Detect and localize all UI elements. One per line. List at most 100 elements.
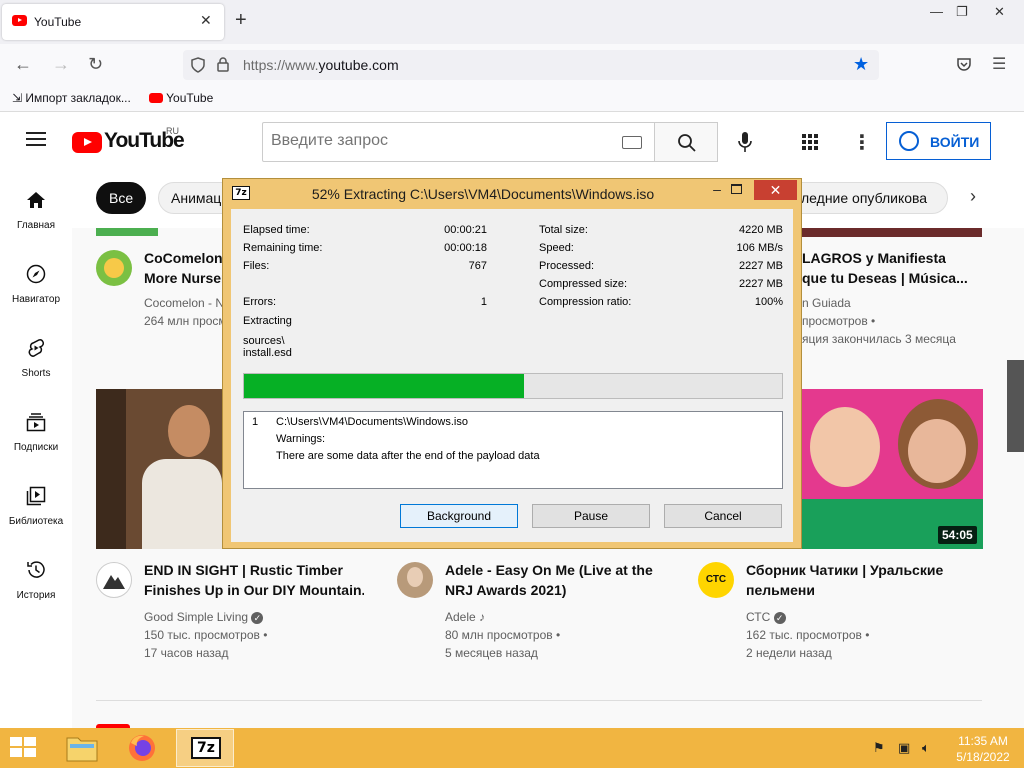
sidebar-item-subscriptions[interactable]: Подписки [0, 390, 72, 464]
new-tab-button[interactable]: + [235, 9, 247, 32]
upload-age: яция закончилась 3 месяца [802, 332, 956, 346]
taskbar-7zip[interactable]: 7z [176, 729, 234, 767]
dialog-maximize-button[interactable] [731, 184, 742, 194]
apps-grid-icon[interactable] [802, 134, 818, 150]
hamburger-menu-icon[interactable] [26, 132, 46, 146]
keyboard-icon[interactable] [622, 136, 642, 149]
thumbnail-face-right [908, 419, 966, 483]
back-button[interactable]: ← [14, 54, 32, 75]
sidebar-item-history[interactable]: История [0, 538, 72, 612]
video-thumbnail-milagros[interactable] [798, 228, 982, 237]
video-title-line1[interactable]: LAGROS y Manifiesta [802, 248, 982, 268]
upload-age: 2 недели назад [746, 646, 832, 660]
channel-name[interactable]: СТС ✓ [746, 608, 786, 626]
channel-avatar-good-simple-living[interactable] [96, 562, 132, 598]
youtube-header: YouTube RU ⋮ ВОЙТИ [0, 112, 1024, 168]
video-title-line2[interactable]: NRJ Awards 2021) [445, 580, 665, 600]
video-title-line2[interactable]: Finishes Up in Our DIY Mountain... [144, 580, 364, 600]
processed-label: Processed: [539, 260, 595, 272]
chip-all[interactable]: Все [96, 182, 147, 214]
message-log[interactable]: 1 C:\Users\VM4\Documents\Windows.iso War… [243, 411, 783, 489]
speed-value: 106 MB/s [736, 242, 783, 254]
remaining-time-value: 00:00:18 [444, 242, 487, 254]
sidebar-item-explore[interactable]: Навигатор [0, 242, 72, 316]
settings-more-icon[interactable]: ⋮ [852, 130, 872, 155]
pause-button[interactable]: Pause [532, 504, 650, 528]
address-bar[interactable]: https://www.youtube.com ★ [183, 50, 879, 80]
subscriptions-icon [26, 413, 46, 432]
windows-start-button[interactable] [10, 737, 38, 759]
reload-button[interactable]: ↻ [88, 54, 103, 75]
compressed-size-label: Compressed size: [539, 278, 628, 290]
video-title-line1[interactable]: CoComelon - [144, 248, 224, 268]
channel-name[interactable]: Adele ♪ [445, 608, 485, 626]
volume-muted-icon[interactable]: 🔈︎ [922, 740, 930, 756]
channel-avatar-cocomelon[interactable] [96, 250, 132, 286]
page-scrollbar-thumb[interactable] [1007, 360, 1024, 452]
thumbnail-wall-shade [96, 389, 126, 549]
upload-age: 17 часов назад [144, 646, 229, 660]
youtube-logo-icon[interactable] [72, 132, 102, 153]
chip-recently-uploaded[interactable]: ледние опубликова [788, 182, 948, 214]
video-title-line1[interactable]: Adele - Easy On Me (Live at the [445, 560, 665, 580]
channel-name[interactable]: Cocomelon - N [144, 294, 224, 312]
close-window-button[interactable]: ✕ [994, 4, 1005, 20]
lock-icon[interactable] [217, 57, 229, 72]
extraction-progress-bar [243, 373, 783, 399]
video-title-line1[interactable]: Сборник Чатики | Уральские [746, 560, 966, 580]
sidebar-item-library[interactable]: Библиотека [0, 464, 72, 538]
video-title-line2[interactable]: que tu Deseas | Música... [802, 268, 982, 288]
bookmark-star-icon[interactable]: ★ [853, 54, 869, 75]
sidebar-item-shorts[interactable]: Shorts [0, 316, 72, 390]
sign-in-button[interactable]: ВОЙТИ [886, 122, 991, 160]
dialog-title-bar[interactable]: 7z 52% Extracting C:\Users\VM4\Documents… [223, 179, 801, 207]
video-thumbnail-chatiki[interactable]: 54:05 [800, 389, 983, 549]
search-button[interactable] [654, 122, 718, 162]
bookmarks-toolbar: ⇲ Импорт закладок... YouTube [0, 86, 1024, 112]
dialog-close-button[interactable]: ✕ [754, 180, 797, 200]
microphone-icon[interactable] [738, 132, 752, 152]
background-button[interactable]: Background [400, 504, 518, 528]
app-menu-icon[interactable]: ☰ [992, 54, 1006, 74]
restore-window-button[interactable]: ❐ [956, 4, 968, 20]
channel-avatar-adele[interactable] [397, 562, 433, 598]
video-duration-badge: 54:05 [938, 526, 977, 544]
tab-title: YouTube [34, 15, 82, 29]
system-clock[interactable]: 11:35 AM 5/18/2022 [952, 733, 1014, 765]
search-input[interactable] [271, 132, 611, 150]
sidebar-item-home[interactable]: Главная [0, 168, 72, 242]
bookmark-youtube-item[interactable]: YouTube [149, 91, 213, 105]
taskbar-file-explorer[interactable] [54, 729, 112, 767]
search-icon [678, 134, 696, 152]
taskbar-firefox[interactable] [114, 729, 172, 767]
search-box[interactable] [262, 122, 655, 162]
dialog-minimize-button[interactable]: – [706, 181, 728, 197]
video-thumbnail-cocomelon[interactable] [96, 228, 158, 236]
import-bookmarks-item[interactable]: ⇲ Импорт закладок... [12, 91, 131, 105]
channel-name[interactable]: Good Simple Living ✓ [144, 608, 264, 626]
cocomelon-logo-icon [104, 258, 124, 278]
chevron-right-icon[interactable]: › [970, 186, 976, 207]
url-text: https://www.youtube.com [243, 57, 399, 73]
total-size-label: Total size: [539, 224, 588, 236]
logo-region-code: RU [166, 126, 179, 136]
tracking-protection-shield-icon[interactable] [191, 57, 205, 73]
pocket-icon[interactable] [956, 57, 972, 72]
video-title-line2[interactable]: пельмени [746, 580, 966, 600]
cancel-button[interactable]: Cancel [664, 504, 782, 528]
channel-avatar-sts[interactable]: СТС [698, 562, 734, 598]
channel-name[interactable]: n Guiada [802, 294, 851, 312]
browser-tab[interactable]: YouTube ✕ [2, 4, 224, 40]
video-title-line2[interactable]: More Nurser [144, 268, 224, 288]
section-divider [96, 700, 982, 701]
music-note-icon: ♪ [479, 610, 486, 624]
7zip-taskbar-icon: 7z [191, 737, 221, 759]
close-tab-icon[interactable]: ✕ [200, 12, 212, 29]
minimize-window-button[interactable]: — [930, 4, 943, 19]
video-title-line1[interactable]: END IN SIGHT | Rustic Timber [144, 560, 364, 580]
compressed-size-value: 2227 MB [738, 278, 783, 290]
forward-button[interactable]: → [52, 54, 70, 75]
video-thumbnail-end-in-sight[interactable] [96, 389, 222, 549]
network-icon[interactable]: ▣ [898, 740, 910, 756]
action-center-flag-icon[interactable]: ⚑ [873, 740, 885, 756]
